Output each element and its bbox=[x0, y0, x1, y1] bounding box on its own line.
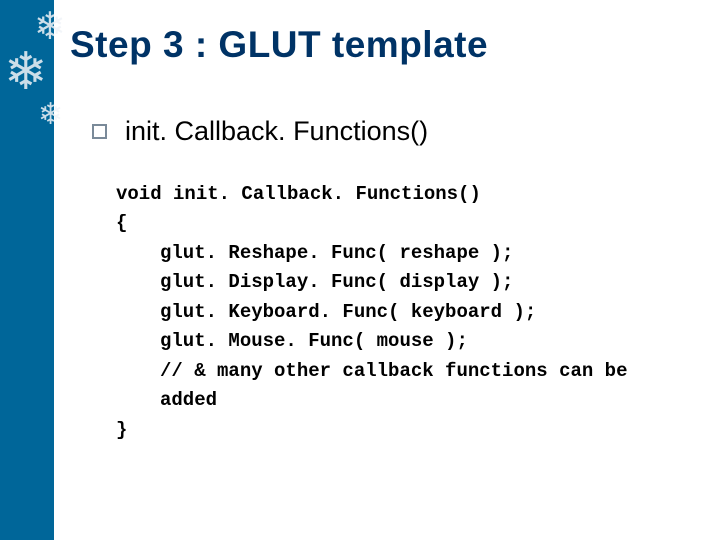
code-line: { bbox=[116, 209, 680, 238]
code-block: void init. Callback. Functions() { glut.… bbox=[116, 180, 680, 445]
code-line: glut. Keyboard. Func( keyboard ); bbox=[160, 298, 680, 327]
code-line: glut. Display. Func( display ); bbox=[160, 268, 680, 297]
code-line: glut. Mouse. Func( mouse ); bbox=[160, 327, 680, 356]
code-line: glut. Reshape. Func( reshape ); bbox=[160, 239, 680, 268]
code-line: // & many other callback functions can b… bbox=[160, 357, 680, 416]
snowflake-icon: ❄ bbox=[4, 46, 48, 98]
code-line: } bbox=[116, 416, 680, 445]
snowflake-icon: ❄ bbox=[34, 8, 66, 46]
snowflake-icon: ❄ bbox=[38, 100, 63, 130]
bullet-item: init. Callback. Functions() bbox=[92, 116, 428, 147]
code-line: void init. Callback. Functions() bbox=[116, 180, 680, 209]
bullet-text: init. Callback. Functions() bbox=[125, 116, 428, 147]
slide: ❄ ❄ ❄ Step 3 : GLUT template init. Callb… bbox=[0, 0, 720, 540]
bullet-icon bbox=[92, 124, 107, 139]
slide-title: Step 3 : GLUT template bbox=[70, 24, 488, 66]
